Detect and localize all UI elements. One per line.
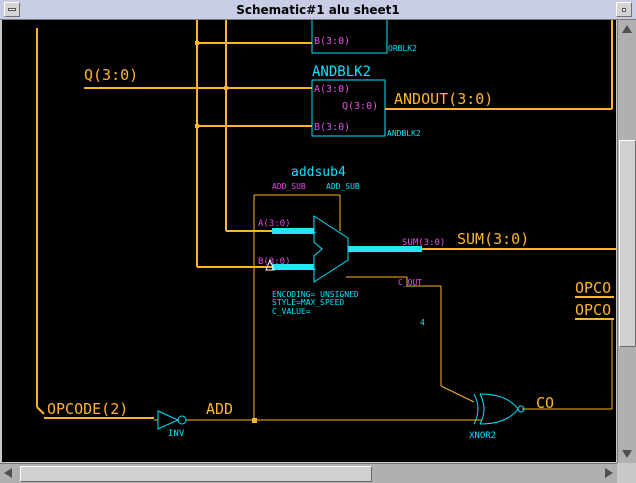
junction-dot <box>252 418 257 423</box>
opcode-wire-bend[interactable] <box>36 406 45 415</box>
addsub4-add-sub-pin-label: ADD_SUB <box>326 182 360 191</box>
vertical-scrollbar[interactable] <box>617 20 636 463</box>
marker-label: 4 <box>420 318 425 327</box>
opcode-net-label: OPCODE(2) <box>47 400 128 418</box>
addsub4-symbol[interactable]: addsub4 ADD_SUB ADD_SUB A(3:0) B(3:0) + … <box>258 165 445 316</box>
opcode-right-label-1: OPCO <box>575 279 611 297</box>
horizontal-scroll-thumb[interactable] <box>20 466 372 482</box>
horizontal-scrollbar[interactable] <box>0 463 617 483</box>
sum-net-label: SUM(3:0) <box>457 230 529 248</box>
orblk2-symbol[interactable]: B(3:0) ORBLK2 <box>311 20 417 54</box>
addsub4-plus-1: + <box>311 228 317 238</box>
inv-gate-symbol[interactable]: INV <box>154 410 187 439</box>
window-menu-icon <box>8 8 16 11</box>
maximize-button[interactable] <box>616 2 632 17</box>
scrollbar-corner <box>617 463 636 483</box>
schematic-canvas[interactable]: B(3:0) ORBLK2 ANDBLK2 A(3:0) Q(3:0) B(3:… <box>2 20 616 462</box>
scroll-down-icon[interactable] <box>622 450 632 458</box>
cyan-busses[interactable] <box>272 228 422 270</box>
xnor2-name-label: XNOR2 <box>469 431 496 441</box>
orblk2-pin-b-label: B(3:0) <box>314 36 350 47</box>
add-net-label: ADD <box>206 400 233 418</box>
andblk2-pin-a-label: A(3:0) <box>314 84 350 95</box>
title-bar[interactable]: Schematic#1 alu sheet1 <box>0 0 636 20</box>
orblk2-name-label: ORBLK2 <box>388 44 417 53</box>
scroll-up-icon[interactable] <box>622 25 632 33</box>
window-menu-button[interactable] <box>4 2 20 17</box>
thin-wires[interactable] <box>186 194 613 421</box>
junction-dot <box>195 124 199 128</box>
cout-to-xnor-wire[interactable] <box>440 385 475 403</box>
addsub4-pin-b-label: B(3:0) <box>258 257 291 267</box>
window-title: Schematic#1 alu sheet1 <box>236 3 400 17</box>
addsub4-pin-a-label: A(3:0) <box>258 219 291 229</box>
addsub4-attr-cvalue: C_VALUE= <box>272 307 311 316</box>
addsub4-attr-style: STYLE=MAX_SPEED <box>272 298 344 307</box>
inv-name-label: INV <box>168 429 185 439</box>
andblk2-name-label: ANDBLK2 <box>387 129 421 138</box>
junction-dot <box>195 41 199 45</box>
scroll-left-icon[interactable] <box>4 468 12 478</box>
scroll-right-icon[interactable] <box>605 468 613 478</box>
addsub4-plus-2: + <box>311 265 317 275</box>
schematic-drawing[interactable]: B(3:0) ORBLK2 ANDBLK2 A(3:0) Q(3:0) B(3:… <box>2 20 616 462</box>
xnor2-gate-symbol[interactable]: XNOR2 <box>466 393 525 441</box>
addsub4-pin-sum-label: SUM(3:0) <box>402 238 445 248</box>
andblk2-title-label: ANDBLK2 <box>312 64 371 80</box>
co-net-label: CO <box>536 394 554 412</box>
addsub4-title-label: addsub4 <box>291 165 346 180</box>
maximize-icon <box>622 8 626 12</box>
opcode-right-label-2: OPCO <box>575 301 611 319</box>
vertical-scroll-thumb[interactable] <box>619 140 636 347</box>
addsub4-add-sub-top-label: ADD_SUB <box>272 182 306 191</box>
addsub4-pin-cout-label: C_OUT <box>398 278 422 287</box>
net-labels: Q(3:0) ANDOUT(3:0) SUM(3:0) OPCODE(2) AD… <box>47 66 611 418</box>
junction-dot <box>224 86 228 90</box>
q-net-label: Q(3:0) <box>84 66 138 84</box>
andblk2-pin-b-label: B(3:0) <box>314 122 350 133</box>
andblk2-pin-q-label: Q(3:0) <box>342 101 378 112</box>
andout-net-label: ANDOUT(3:0) <box>394 90 493 108</box>
